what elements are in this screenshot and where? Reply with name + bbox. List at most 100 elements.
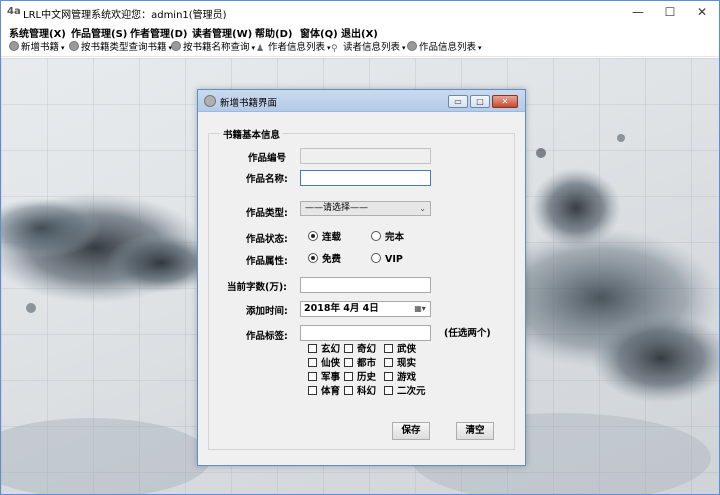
- gear-icon: [171, 41, 181, 51]
- menu-window[interactable]: 窗体(Q): [300, 25, 338, 40]
- work-name-field[interactable]: [300, 170, 431, 186]
- toolbar-label: 新增书籍: [21, 42, 60, 53]
- radio-label: 免费: [322, 254, 342, 265]
- tag-checkbox[interactable]: 历史: [344, 372, 376, 383]
- calendar-dropdown-icon[interactable]: ▦▾: [412, 303, 428, 315]
- toolbar: 新增书籍 ▾ 按书籍类型查询书籍 ▾ 按书籍名称查询 ▾ ♟ 作者信息列表 ▾ ⚲ 读者信息…: [1, 39, 719, 57]
- add-book-dialog: 新增书籍界面 ▭ □ ✕ 书籍基本信息 作品编号 作品名称: 作品类型: ——请…: [197, 89, 526, 466]
- tag-label: 游戏: [397, 372, 417, 383]
- group-title: 书籍基本信息: [220, 127, 284, 141]
- radio-icon: [371, 231, 381, 241]
- tag-label: 科幻: [357, 386, 377, 397]
- save-button[interactable]: 保存: [392, 422, 430, 440]
- toolbar-label: 读者信息列表: [343, 42, 401, 53]
- status-serial-radio[interactable]: 连载: [308, 231, 341, 243]
- work-attr-label: 作品属性:: [246, 256, 288, 267]
- menu-readers[interactable]: 读者管理(W): [192, 25, 252, 40]
- dropdown-arrow-icon: ▾: [402, 44, 406, 52]
- gear-icon: [407, 41, 417, 51]
- attr-free-radio[interactable]: 免费: [308, 253, 341, 265]
- checkbox-icon: [344, 344, 353, 353]
- checkbox-icon: [308, 372, 317, 381]
- work-name-label: 作品名称:: [246, 174, 288, 185]
- dropdown-arrow-icon: ▾: [61, 44, 65, 52]
- maximize-button[interactable]: ☐: [653, 1, 687, 23]
- tag-label: 仙侠: [321, 358, 341, 369]
- toolbar-label: 按书籍名称查询: [183, 42, 250, 53]
- status-complete-radio[interactable]: 完本: [371, 231, 404, 243]
- dialog-title-bar: 新增书籍界面 ▭ □ ✕: [198, 90, 525, 112]
- dialog-close-button[interactable]: ✕: [492, 95, 518, 108]
- radio-label: 连载: [322, 232, 342, 243]
- dropdown-arrow-icon: ▾: [478, 44, 482, 52]
- toolbar-query-by-type[interactable]: 按书籍类型查询书籍 ▾: [69, 41, 172, 55]
- dialog-title: 新增书籍界面: [220, 98, 278, 109]
- add-time-value: 2018年 4月 4日: [304, 303, 379, 314]
- toolbar-label: 按书籍类型查询书籍: [81, 42, 167, 53]
- checkbox-icon: [308, 344, 317, 353]
- add-time-picker[interactable]: 2018年 4月 4日 ▦▾: [300, 301, 431, 317]
- menu-bar: 系统管理(X) 作品管理(S) 作者管理(D) 读者管理(W) 帮助(D) 窗体…: [1, 23, 719, 40]
- reader-icon: ⚲: [331, 44, 338, 54]
- menu-exit[interactable]: 退出(X): [341, 25, 378, 40]
- tag-label: 奇幻: [357, 344, 377, 355]
- dropdown-arrow-icon: ▾: [327, 44, 331, 52]
- checkbox-icon: [308, 358, 317, 367]
- tag-label: 现实: [397, 358, 417, 369]
- menu-works[interactable]: 作品管理(S): [71, 25, 127, 40]
- close-button[interactable]: ✕: [685, 1, 719, 23]
- dialog-maximize-button[interactable]: □: [470, 95, 490, 108]
- radio-label: 完本: [385, 232, 405, 243]
- dropdown-arrow-icon: ▾: [251, 44, 256, 52]
- tag-checkbox[interactable]: 现实: [384, 358, 416, 369]
- tag-checkbox[interactable]: 体育: [308, 386, 340, 397]
- work-type-label: 作品类型:: [246, 208, 288, 219]
- dialog-app-icon: [204, 95, 216, 107]
- toolbar-reader-list[interactable]: ⚲ 读者信息列表 ▾: [331, 41, 406, 55]
- menu-authors[interactable]: 作者管理(D): [130, 25, 187, 40]
- tag-label: 二次元: [397, 386, 426, 397]
- window-title: LRL中文网管理系统欢迎您：admin1(管理员): [23, 10, 227, 21]
- work-id-field: [300, 148, 431, 164]
- radio-icon: [371, 253, 381, 263]
- tags-hint: (任选两个): [444, 328, 491, 339]
- tag-checkbox[interactable]: 玄幻: [308, 344, 340, 355]
- minimize-button[interactable]: —: [621, 1, 655, 23]
- radio-label: VIP: [385, 254, 403, 265]
- toolbar-label: 作者信息列表: [268, 42, 326, 53]
- menu-help[interactable]: 帮助(D): [255, 25, 292, 40]
- tag-checkbox[interactable]: 奇幻: [344, 344, 376, 355]
- checkbox-icon: [384, 344, 393, 353]
- tags-field[interactable]: [300, 325, 431, 341]
- add-time-label: 添加时间:: [246, 306, 288, 317]
- checkbox-icon: [384, 386, 393, 395]
- word-count-field[interactable]: [300, 277, 431, 293]
- tag-checkbox[interactable]: 仙侠: [308, 358, 340, 369]
- tag-checkbox[interactable]: 都市: [344, 358, 376, 369]
- work-type-select[interactable]: ——请选择—— ⌄: [300, 201, 431, 216]
- clear-button[interactable]: 清空: [456, 422, 494, 440]
- tag-label: 历史: [357, 372, 377, 383]
- toolbar-add-book[interactable]: 新增书籍 ▾: [9, 41, 65, 55]
- word-count-label: 当前字数(万):: [227, 282, 287, 293]
- tag-checkbox[interactable]: 二次元: [384, 386, 426, 397]
- gear-icon: [69, 41, 79, 51]
- title-bar: 4a LRL中文网管理系统欢迎您：admin1(管理员) — ☐ ✕: [1, 1, 719, 23]
- work-id-label: 作品编号: [248, 153, 287, 164]
- toolbar-query-by-name[interactable]: 按书籍名称查询 ▾: [171, 41, 255, 55]
- tag-checkbox[interactable]: 游戏: [384, 372, 416, 383]
- work-type-selected: ——请选择——: [305, 203, 369, 213]
- chevron-down-icon: ⌄: [419, 204, 426, 213]
- tag-checkbox[interactable]: 军事: [308, 372, 340, 383]
- main-window: 4a LRL中文网管理系统欢迎您：admin1(管理员) — ☐ ✕ 系统管理(…: [0, 0, 720, 495]
- tag-checkbox[interactable]: 武侠: [384, 344, 416, 355]
- radio-selected-icon: [308, 231, 318, 241]
- attr-vip-radio[interactable]: VIP: [371, 253, 403, 265]
- tag-checkbox[interactable]: 科幻: [344, 386, 376, 397]
- toolbar-works-list[interactable]: 作品信息列表 ▾: [407, 41, 482, 55]
- gear-icon: [9, 41, 19, 51]
- toolbar-author-list[interactable]: ♟ 作者信息列表 ▾: [256, 41, 331, 55]
- checkbox-icon: [344, 358, 353, 367]
- menu-system[interactable]: 系统管理(X): [9, 25, 66, 40]
- dialog-minimize-button[interactable]: ▭: [448, 95, 468, 108]
